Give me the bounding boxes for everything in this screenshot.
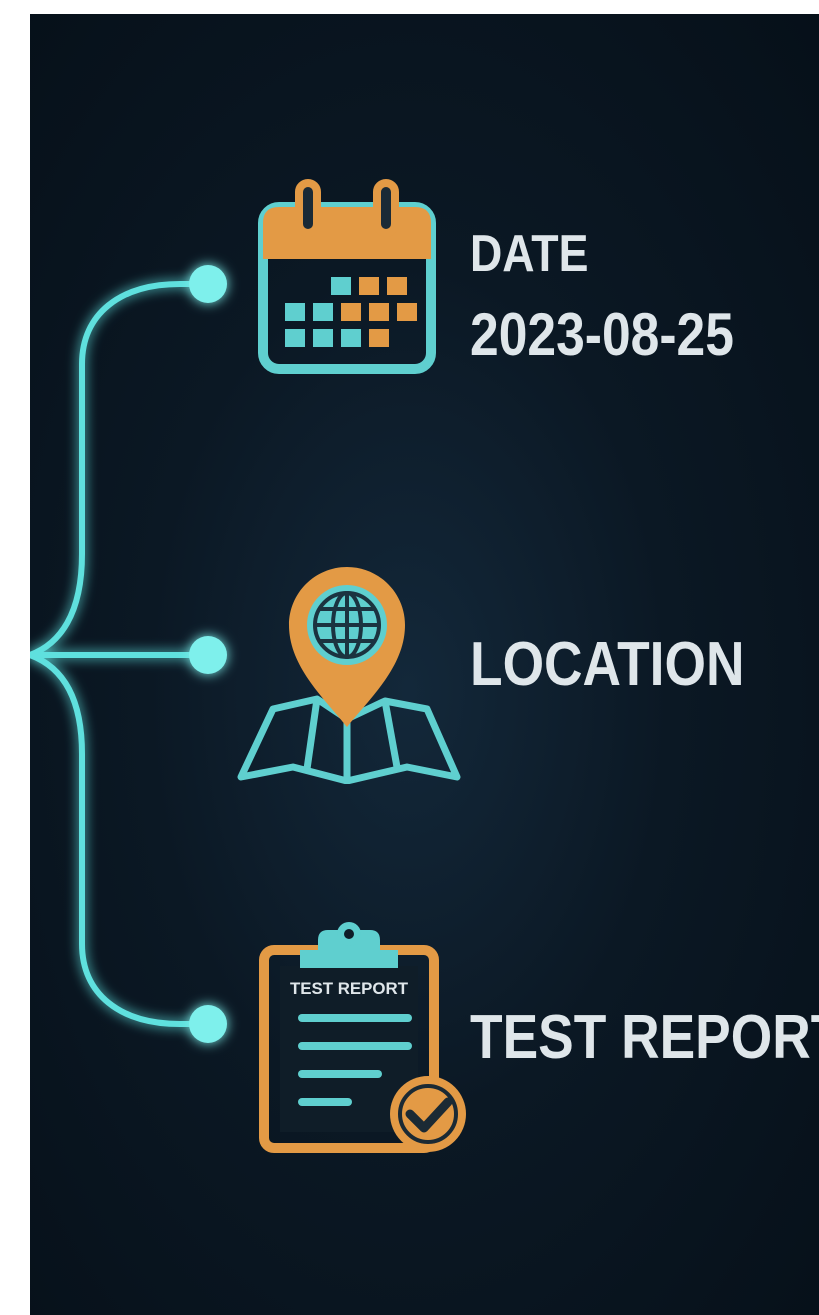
clipboard-report-icon: TEST REPORT xyxy=(259,922,466,1153)
location-pin-map-icon xyxy=(237,567,461,784)
calendar-icon xyxy=(258,179,436,374)
date-value: 2023-08-25 xyxy=(470,301,734,368)
connector-node-location xyxy=(189,636,227,674)
connector-node-date xyxy=(189,265,227,303)
date-title: DATE xyxy=(470,225,589,283)
timeline-panel: DATE 2023-08-25 LOCATION TEST REPORT TES… xyxy=(30,14,819,1315)
location-title: LOCATION xyxy=(470,630,745,699)
connector-line-report xyxy=(30,652,208,1027)
test-report-title: TEST REPORT xyxy=(470,1003,819,1072)
connector-line-date xyxy=(30,281,208,658)
connector-node-report xyxy=(189,1005,227,1043)
clipboard-icon-text: TEST REPORT xyxy=(290,979,409,998)
